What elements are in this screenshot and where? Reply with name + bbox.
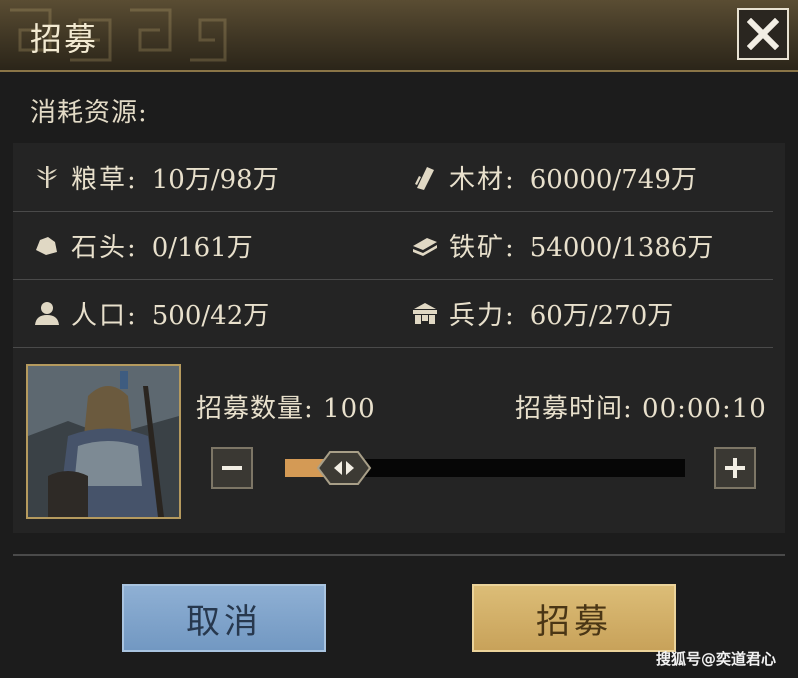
resource-row: 人口: 500/42万 兵力: 60万/270万 bbox=[13, 279, 773, 348]
troops-icon bbox=[411, 299, 439, 327]
recruit-quantity-value: 100 bbox=[323, 394, 376, 424]
divider bbox=[13, 554, 785, 556]
recruit-time: 招募时间: 00:00:10 bbox=[515, 388, 767, 425]
resource-name: 兵力: bbox=[449, 300, 516, 331]
resource-stone: 石头: 0/161万 bbox=[33, 211, 253, 279]
decrease-quantity-button[interactable] bbox=[211, 447, 253, 489]
dialog-title: 招募 bbox=[30, 20, 99, 58]
recruit-quantity: 招募数量: 100 bbox=[196, 388, 376, 425]
stone-icon bbox=[33, 231, 61, 259]
dialog-title-bar: 招募 bbox=[0, 0, 798, 72]
resource-iron-ore: 铁矿: 54000/1386万 bbox=[411, 211, 713, 279]
wood-icon bbox=[411, 163, 439, 191]
resource-row: 石头: 0/161万 铁矿: 54000/1386万 bbox=[13, 211, 773, 280]
soldier-portrait-image bbox=[28, 366, 179, 517]
resource-name: 木材: bbox=[449, 164, 516, 195]
resource-name: 石头: bbox=[71, 232, 138, 263]
resource-row: 粮草: 10万/98万 木材: 60000/749万 bbox=[13, 143, 773, 212]
resource-value: 60000/749万 bbox=[529, 164, 697, 195]
resource-value: 54000/1386万 bbox=[529, 232, 714, 263]
grain-icon bbox=[33, 163, 61, 191]
increase-quantity-button[interactable] bbox=[714, 447, 756, 489]
resource-troops: 兵力: 60万/270万 bbox=[411, 279, 673, 347]
recruit-time-value: 00:00:10 bbox=[642, 394, 767, 424]
close-icon bbox=[747, 18, 779, 50]
resource-grain: 粮草: 10万/98万 bbox=[33, 143, 279, 211]
resource-name: 人口: bbox=[71, 300, 138, 331]
resource-name: 铁矿: bbox=[449, 232, 516, 263]
resource-name: 粮草: bbox=[71, 164, 138, 195]
cancel-button[interactable]: 取消 bbox=[122, 584, 326, 652]
watermark-text: 搜狐号@奕道君心 bbox=[656, 650, 777, 668]
resource-value: 0/161万 bbox=[151, 232, 253, 263]
soldier-portrait bbox=[26, 364, 181, 519]
recruit-time-label: 招募时间: bbox=[515, 394, 633, 424]
resource-value: 500/42万 bbox=[151, 300, 270, 331]
resource-wood: 木材: 60000/749万 bbox=[411, 143, 697, 211]
plus-icon bbox=[725, 458, 745, 478]
resource-population: 人口: 500/42万 bbox=[33, 279, 269, 347]
slider-handle-icon bbox=[316, 451, 372, 485]
close-button[interactable] bbox=[737, 8, 789, 60]
iron-ore-icon bbox=[411, 231, 439, 259]
quantity-slider-handle[interactable] bbox=[316, 450, 372, 486]
recruit-quantity-label: 招募数量: bbox=[196, 394, 314, 424]
resource-value: 60万/270万 bbox=[529, 300, 674, 331]
resource-cost-label: 消耗资源: bbox=[30, 98, 148, 128]
resource-value: 10万/98万 bbox=[151, 164, 279, 195]
recruit-button[interactable]: 招募 bbox=[472, 584, 676, 652]
minus-icon bbox=[222, 466, 242, 470]
population-icon bbox=[33, 299, 61, 327]
